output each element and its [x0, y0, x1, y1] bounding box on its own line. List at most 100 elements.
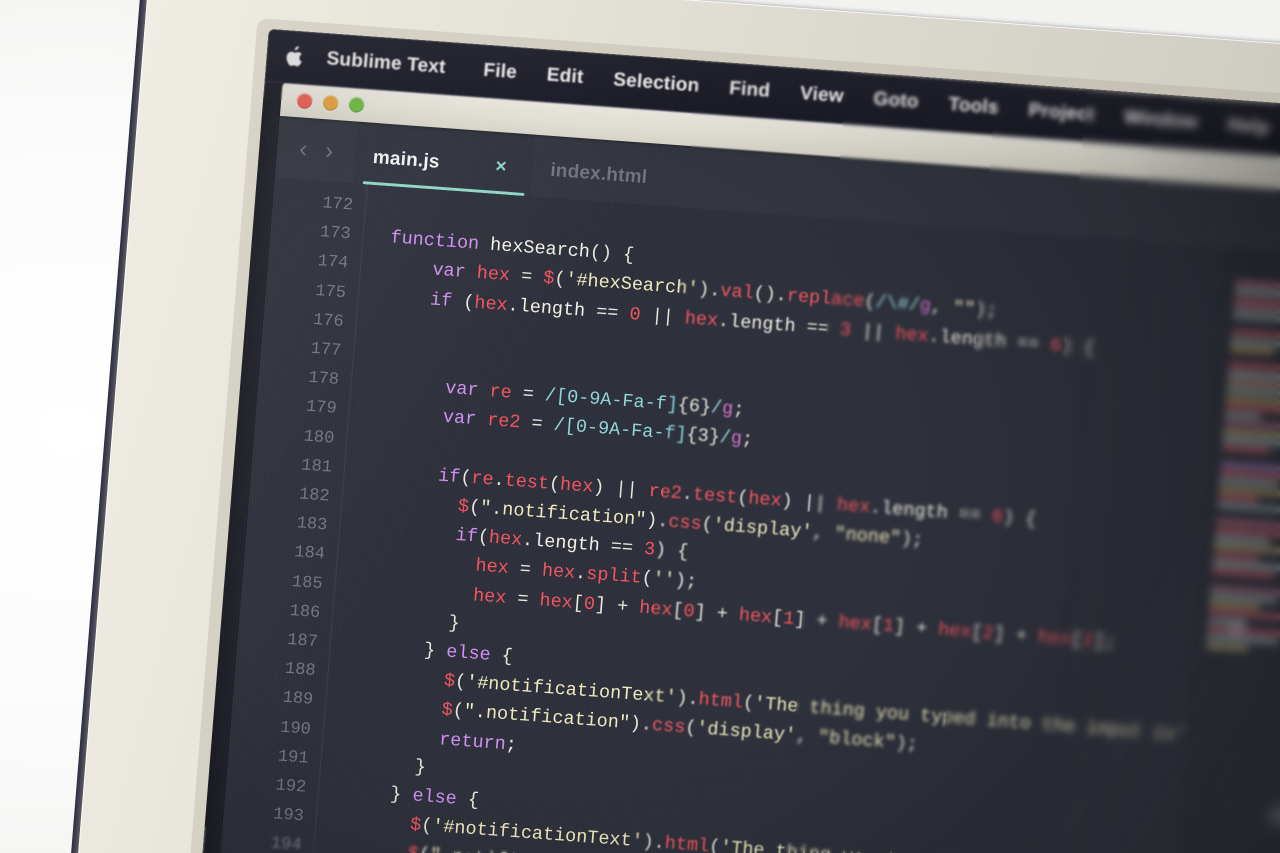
code-token: if — [429, 289, 454, 312]
minimap-row — [1219, 477, 1278, 488]
code-token: == — [946, 502, 993, 527]
code-token: } — [345, 780, 414, 807]
code-token: {6} — [676, 395, 712, 419]
minimap-row — [1209, 601, 1260, 611]
code-token: if — [454, 525, 479, 548]
code-token: ) || — [592, 476, 650, 502]
code-token: hex — [488, 527, 523, 551]
code-token: "" — [952, 298, 976, 321]
close-window-button[interactable] — [296, 92, 313, 109]
minimap-row — [1218, 494, 1259, 503]
code-token: var — [431, 259, 467, 284]
sublime-text-window: ‹ › main.js × index.html 172 173 174 175 176… — [213, 115, 1280, 853]
code-token: "block" — [817, 727, 897, 755]
code-token: length — [880, 497, 949, 524]
code-token: , — [811, 522, 836, 545]
code-token: /[0-9A-Fa-f] — [552, 415, 688, 446]
code-token: ] + — [992, 623, 1039, 648]
code-token: ) { — [654, 539, 690, 564]
code-token: () { — [588, 242, 635, 267]
code-token: length — [728, 311, 797, 337]
code-token: ; — [741, 429, 754, 451]
laptop-screen: Sublime Text File Edit Selection Find Vi… — [195, 28, 1280, 853]
menu-item-tools[interactable]: Tools — [933, 93, 1015, 121]
minimap-row — [1214, 535, 1270, 545]
code-area: 172 173 174 175 176 177 178 179 180 181 182 183 184 1… — [213, 177, 1280, 853]
menu-item-file[interactable]: File — [468, 59, 533, 86]
code-token: || — [850, 319, 897, 345]
code-token: function — [389, 227, 480, 256]
code-token: { — [489, 644, 514, 668]
code-token: re2 — [486, 410, 522, 434]
code-token: /\#/ — [874, 292, 921, 317]
apple-logo-icon[interactable] — [284, 44, 306, 69]
menu-item-view[interactable]: View — [784, 82, 859, 109]
menu-item-goto[interactable]: Goto — [858, 87, 935, 114]
code-token: hexSearch — [489, 234, 591, 264]
code-token: = — [507, 558, 543, 582]
code-token: ] + — [594, 593, 641, 619]
code-editor-text[interactable]: function hexSearch() { var hex = $('#hex… — [305, 184, 1280, 853]
code-token: if — [437, 465, 462, 488]
code-token: == — [584, 300, 631, 325]
close-icon[interactable]: × — [495, 156, 508, 179]
code-token: hex — [837, 611, 873, 636]
menu-item-edit[interactable]: Edit — [531, 63, 599, 90]
code-token: length — [938, 326, 1007, 353]
zoom-window-button[interactable] — [348, 96, 365, 113]
back-chevron-icon[interactable]: ‹ — [298, 135, 308, 162]
macbook-laptop: Sublime Text File Edit Selection Find Vi… — [66, 0, 1280, 853]
code-token: ); — [974, 299, 999, 323]
menu-item-sublime-text[interactable]: Sublime Text — [326, 48, 462, 80]
minimap-row — [1230, 346, 1275, 355]
menu-item-help[interactable]: Help — [1212, 113, 1280, 140]
code-token: html — [697, 689, 744, 714]
menu-item-project[interactable]: Project — [1013, 99, 1110, 128]
code-token: ; — [732, 399, 746, 421]
menu-item-window[interactable]: Window — [1108, 106, 1213, 136]
code-token: ] + — [693, 601, 740, 626]
code-token: } — [356, 635, 448, 663]
code-token: css — [651, 715, 687, 739]
code-token: ). — [697, 279, 722, 303]
code-token: hex — [747, 488, 783, 512]
line-number: 194 — [270, 834, 303, 853]
code-token: , — [795, 725, 819, 749]
code-token: ] + — [893, 615, 940, 641]
code-token: ) { — [1060, 335, 1096, 359]
minimize-window-button[interactable] — [322, 94, 339, 111]
code-token: hex — [475, 263, 511, 287]
tab-label: main.js — [372, 146, 441, 173]
tab-index-html[interactable]: index.html — [530, 135, 676, 207]
code-token: ); — [673, 570, 698, 594]
code-token: == — [794, 315, 841, 341]
code-token: length — [517, 295, 587, 322]
code-token: test — [692, 484, 739, 509]
code-token: hex — [738, 604, 773, 628]
code-token: val — [719, 281, 755, 305]
code-token: , — [929, 296, 954, 320]
code-token: ); — [900, 528, 924, 552]
code-token: ). — [628, 713, 653, 737]
code-token: re — [488, 381, 513, 404]
code-token: ] + — [793, 608, 840, 633]
code-token: hex — [474, 555, 510, 580]
code-token: ) || — [780, 490, 838, 516]
code-token: = — [519, 412, 555, 437]
menu-item-selection[interactable]: Selection — [597, 68, 715, 98]
code-token: = — [509, 265, 545, 290]
code-token: hex — [638, 597, 674, 621]
code-token: var — [442, 407, 477, 431]
code-token: {3} — [685, 425, 721, 449]
forward-chevron-icon[interactable]: › — [324, 137, 334, 164]
menu-item-find[interactable]: Find — [713, 77, 785, 104]
